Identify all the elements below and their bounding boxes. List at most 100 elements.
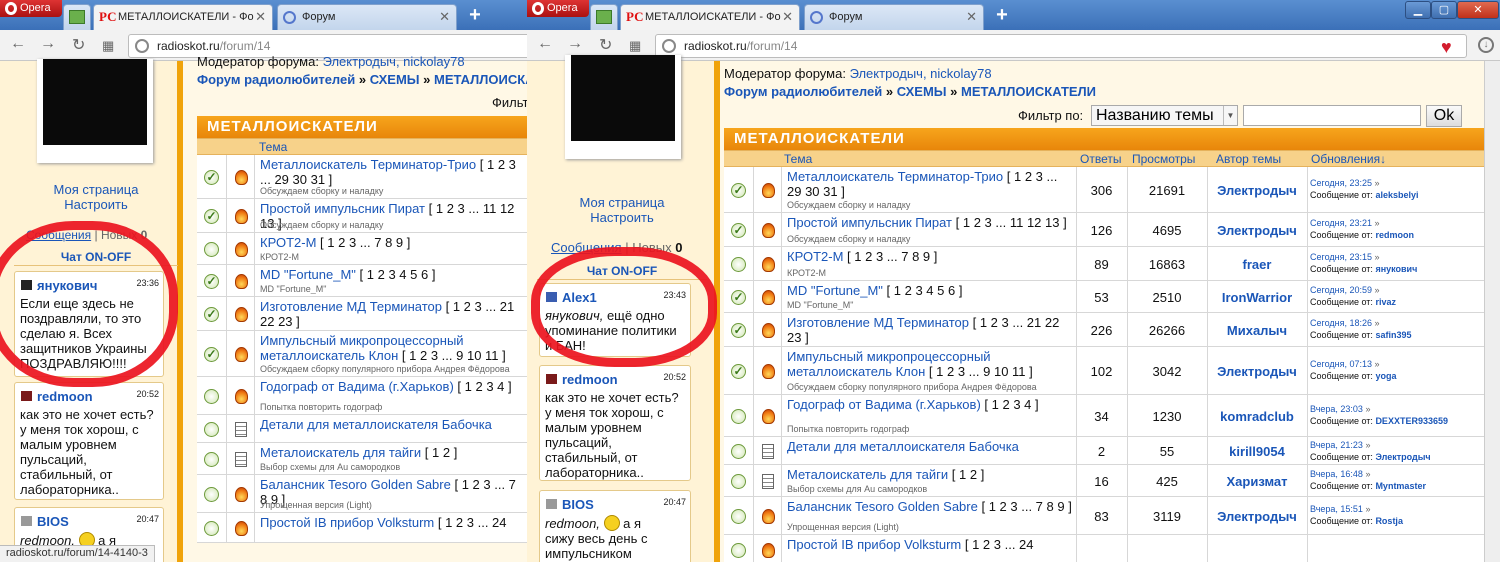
tab-forum[interactable]: Форум ✕ bbox=[277, 4, 457, 30]
jump-icon[interactable]: » bbox=[1372, 252, 1380, 262]
topic-pages[interactable]: [ 1 2 3 ... 24 bbox=[438, 515, 507, 530]
chat-user[interactable]: redmoon bbox=[546, 372, 618, 387]
update-date[interactable]: Вчера, 23:03 bbox=[1310, 404, 1363, 414]
topic-title[interactable]: Металлоискатель Терминатор-Трио [ 1 2 3 … bbox=[260, 157, 520, 187]
topic-title[interactable]: Детали для металлоискателя Бабочка bbox=[787, 439, 1072, 454]
topic-link[interactable]: Простой IB прибор Volksturm bbox=[260, 515, 434, 530]
topic-link[interactable]: MD "Fortune_M" bbox=[787, 283, 883, 298]
update-user[interactable]: aleksbelyi bbox=[1375, 190, 1418, 200]
close-tab-icon[interactable]: ✕ bbox=[782, 5, 793, 29]
topic-title[interactable]: КРОТ2-М [ 1 2 3 ... 7 8 9 ] bbox=[787, 249, 1072, 264]
topic-link[interactable]: Простой импульсник Пират bbox=[787, 215, 952, 230]
topic-link[interactable]: Детали для металлоискателя Бабочка bbox=[260, 417, 492, 432]
opera-menu-button[interactable]: Opera bbox=[0, 0, 62, 17]
close-tab-icon[interactable]: ✕ bbox=[255, 5, 266, 29]
update-user[interactable]: янукович bbox=[1375, 264, 1417, 274]
topic-title[interactable]: Изготовление МД Терминатор [ 1 2 3 ... 2… bbox=[260, 299, 520, 329]
topic-title[interactable]: Годограф от Вадима (г.Харьков) [ 1 2 3 4… bbox=[787, 397, 1072, 412]
topic-link[interactable]: КРОТ2-М bbox=[787, 249, 843, 264]
topic-link[interactable]: Металоискатель для тайги bbox=[787, 467, 948, 482]
scrollbar[interactable] bbox=[1484, 61, 1500, 562]
speed-dial-icon[interactable]: ▦ bbox=[629, 38, 641, 54]
update-user[interactable]: Myntmaster bbox=[1375, 481, 1426, 491]
update-user[interactable]: Rostja bbox=[1375, 516, 1403, 526]
tab-forum[interactable]: Форум ✕ bbox=[804, 4, 984, 30]
download-icon[interactable]: ↓ bbox=[1478, 37, 1494, 53]
topic-title[interactable]: MD "Fortune_M" [ 1 2 3 4 5 6 ] bbox=[787, 283, 1072, 298]
update-user[interactable]: redmoon bbox=[1375, 230, 1414, 240]
topic-link[interactable]: Балансник Tesoro Golden Sabre bbox=[260, 477, 451, 492]
topic-title[interactable]: Балансник Tesoro Golden Sabre [ 1 2 3 ..… bbox=[787, 499, 1072, 514]
update-date[interactable]: Сегодня, 23:21 bbox=[1310, 218, 1372, 228]
topic-title[interactable]: Простой импульсник Пират [ 1 2 3 ... 11 … bbox=[787, 215, 1072, 230]
topic-title[interactable]: Импульсный микропроцессорный металлоиска… bbox=[260, 333, 520, 363]
speed-dial-icon[interactable]: ▦ bbox=[102, 38, 114, 54]
back-icon[interactable]: ← bbox=[537, 35, 553, 53]
update-date[interactable]: Сегодня, 23:25 bbox=[1310, 178, 1372, 188]
tab-mail[interactable] bbox=[590, 4, 618, 30]
jump-icon[interactable]: » bbox=[1372, 178, 1380, 188]
update-date[interactable]: Вчера, 15:51 bbox=[1310, 504, 1363, 514]
filter-input[interactable] bbox=[1243, 105, 1421, 126]
topic-pages[interactable]: [ 1 2 3 4 5 6 ] bbox=[887, 283, 963, 298]
close-tab-icon[interactable]: ✕ bbox=[966, 5, 977, 29]
chat-user[interactable]: BIOS bbox=[546, 497, 594, 512]
topic-author[interactable]: Михалыч bbox=[1207, 323, 1307, 338]
topic-link[interactable]: КРОТ2-М bbox=[260, 235, 316, 250]
update-user[interactable]: safin395 bbox=[1375, 330, 1411, 340]
topic-link[interactable]: Изготовление МД Терминатор bbox=[787, 315, 969, 330]
jump-icon[interactable]: » bbox=[1363, 440, 1370, 450]
filter-ok-button[interactable]: Ok bbox=[1426, 105, 1462, 127]
update-user[interactable]: yoga bbox=[1375, 371, 1396, 381]
topic-title[interactable]: Металоискатель для тайги [ 1 2 ] bbox=[787, 467, 1072, 482]
forward-icon[interactable]: → bbox=[40, 35, 56, 53]
topic-pages[interactable]: [ 1 2 3 4 ] bbox=[457, 379, 511, 394]
topic-link[interactable]: Детали для металлоискателя Бабочка bbox=[787, 439, 1019, 454]
close-window-icon[interactable]: ✕ bbox=[1457, 1, 1499, 19]
topic-author[interactable]: komradclub bbox=[1207, 409, 1307, 424]
configure-link[interactable]: Настроить bbox=[26, 197, 166, 212]
topic-author[interactable]: Электродыч bbox=[1207, 183, 1307, 198]
topic-link[interactable]: Простой IB прибор Volksturm bbox=[787, 537, 961, 552]
configure-link[interactable]: Настроить bbox=[552, 210, 692, 225]
topic-link[interactable]: Металоискатель для тайги bbox=[260, 445, 421, 460]
topic-pages[interactable]: [ 1 2 ] bbox=[952, 467, 985, 482]
topic-pages[interactable]: [ 1 2 3 ... 11 12 13 ] bbox=[956, 215, 1067, 230]
update-date[interactable]: Вчера, 16:48 bbox=[1310, 469, 1363, 479]
jump-icon[interactable]: » bbox=[1372, 218, 1380, 228]
update-date[interactable]: Сегодня, 18:26 bbox=[1310, 318, 1372, 328]
topic-author[interactable]: IronWarrior bbox=[1207, 290, 1307, 305]
maximize-icon[interactable]: ▢ bbox=[1431, 1, 1457, 19]
topic-link[interactable]: Простой импульсник Пират bbox=[260, 201, 425, 216]
topic-link[interactable]: Металлоискатель Терминатор-Трио bbox=[260, 157, 476, 172]
jump-icon[interactable]: » bbox=[1372, 285, 1380, 295]
topic-author[interactable]: fraer bbox=[1207, 257, 1307, 272]
update-date[interactable]: Сегодня, 20:59 bbox=[1310, 285, 1372, 295]
my-page-link[interactable]: Моя страница bbox=[26, 182, 166, 197]
update-date[interactable]: Сегодня, 23:15 bbox=[1310, 252, 1372, 262]
topic-title[interactable]: Простой IB прибор Volksturm [ 1 2 3 ... … bbox=[260, 515, 520, 530]
forward-icon[interactable]: → bbox=[567, 35, 583, 53]
update-user[interactable]: rivaz bbox=[1375, 297, 1396, 307]
reload-icon[interactable]: ↻ bbox=[72, 35, 85, 55]
topic-author[interactable]: Электродыч bbox=[1207, 509, 1307, 524]
jump-icon[interactable]: » bbox=[1363, 404, 1370, 414]
minimize-icon[interactable]: ▁ bbox=[1405, 1, 1431, 19]
filter-select[interactable]: Названию темы ▼ bbox=[1091, 105, 1238, 126]
topic-pages[interactable]: [ 1 2 ] bbox=[425, 445, 458, 460]
topic-link[interactable]: MD "Fortune_M" bbox=[260, 267, 356, 282]
topic-pages[interactable]: [ 1 2 3 ... 9 10 11 ] bbox=[929, 364, 1033, 379]
topic-title[interactable]: Годограф от Вадима (г.Харьков) [ 1 2 3 4… bbox=[260, 379, 520, 394]
my-page-link[interactable]: Моя страница bbox=[552, 195, 692, 210]
topic-pages[interactable]: [ 1 2 3 ... 7 8 9 ] bbox=[981, 499, 1071, 514]
opera-menu-button[interactable]: Opera bbox=[527, 0, 589, 17]
update-user[interactable]: Электродыч bbox=[1375, 452, 1430, 462]
topic-link[interactable]: Годограф от Вадима (г.Харьков) bbox=[787, 397, 981, 412]
topic-link[interactable]: Годограф от Вадима (г.Харьков) bbox=[260, 379, 454, 394]
topic-title[interactable]: Металлоискатель Терминатор-Трио [ 1 2 3 … bbox=[787, 169, 1072, 199]
topic-author[interactable]: Электродыч bbox=[1207, 364, 1307, 379]
topic-pages[interactable]: [ 1 2 3 ... 7 8 9 ] bbox=[847, 249, 937, 264]
bookmark-heart-icon[interactable]: ♥ bbox=[1441, 36, 1452, 58]
new-tab-button[interactable]: + bbox=[464, 5, 486, 26]
reload-icon[interactable]: ↻ bbox=[599, 35, 612, 55]
